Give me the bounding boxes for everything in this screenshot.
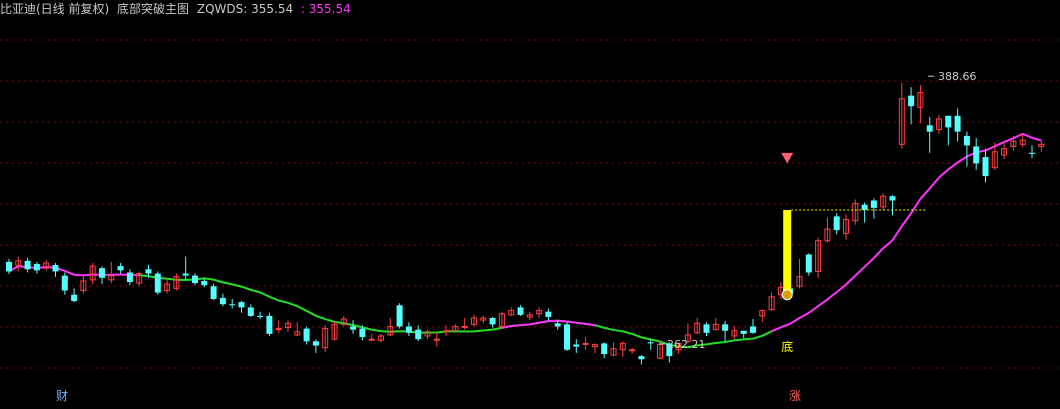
candle-body-down <box>833 216 840 231</box>
candle-body-down <box>703 324 710 333</box>
candle-body-down <box>266 315 273 334</box>
candle-body-down <box>750 326 756 333</box>
kline-chart-window[interactable]: 比亚迪(日线 前复权) 底部突破主图 ZQWDS: 355.54 : 355.5… <box>0 0 1060 409</box>
candle-body-down <box>396 305 403 327</box>
candle-body-up <box>368 338 375 341</box>
low-price-label: 262.21 <box>667 338 706 351</box>
candle-body-down <box>517 307 524 315</box>
candle-body-down <box>861 204 868 210</box>
candle-body-down <box>415 329 422 340</box>
candle-body-down <box>1029 152 1035 154</box>
footer-label-cai: 财 <box>56 389 68 403</box>
candle-body-up <box>461 325 468 328</box>
candle-body-down <box>257 315 264 317</box>
candle-body-down <box>805 254 812 273</box>
candle-body-down <box>982 157 989 177</box>
candle-body-down <box>33 264 40 271</box>
candle-body-down <box>99 268 105 278</box>
footer-label-zhang: 涨 <box>789 388 801 403</box>
candle-body-down <box>722 324 729 331</box>
candle-body-down <box>545 311 552 317</box>
bottom-signal-label: 底 <box>781 339 793 354</box>
candle-body-down <box>908 95 915 107</box>
candle-body-down <box>554 323 561 327</box>
candle-body-down <box>954 115 961 132</box>
candle-body-down <box>963 135 970 146</box>
ma-line-magenta-mid <box>501 319 596 329</box>
candle-body-down <box>945 115 952 128</box>
candle-body-down <box>926 125 933 132</box>
candle-body-down <box>71 294 78 302</box>
candle-body-down <box>52 265 59 272</box>
candle-body-down <box>740 330 747 334</box>
candle-body-up <box>433 338 440 341</box>
candle-body-up <box>582 342 589 345</box>
candle-body-down <box>117 266 124 271</box>
candle-body-down <box>201 280 208 286</box>
candle-body-down <box>870 200 877 208</box>
candlestick-chart[interactable]: 388.66 262.21 底财 涨 <box>0 0 1060 409</box>
candle-body-down <box>192 275 198 284</box>
candle-body-down <box>647 342 654 344</box>
candle-body-down <box>405 326 412 333</box>
candle-body-down <box>145 269 152 274</box>
candle-body-down <box>24 260 31 270</box>
candle-body-down <box>219 297 226 305</box>
candle-body-down <box>638 356 645 360</box>
breakout-signal-bar <box>783 210 792 295</box>
diamond-icon <box>781 152 794 164</box>
candle-body-down <box>564 324 570 350</box>
candle-body-down <box>973 146 980 164</box>
candle-body-down <box>6 261 12 272</box>
candle-body-down <box>573 344 580 347</box>
candle-body-down <box>182 273 189 276</box>
candle-body-down <box>229 304 236 306</box>
candle-body-down <box>489 318 496 325</box>
candle-body-up <box>629 349 636 352</box>
high-price-label: 388.66 <box>938 70 977 83</box>
candle-body-down <box>126 272 133 282</box>
candle-body-down <box>601 343 608 354</box>
candle-body-down <box>61 275 68 291</box>
candle-body-down <box>303 328 310 342</box>
candle-body-down <box>889 196 896 201</box>
candle-body-down <box>350 326 357 330</box>
candle-body-down <box>154 273 161 293</box>
candle-body-down <box>210 286 217 299</box>
candle-body-down <box>312 341 319 346</box>
candle-body-down <box>359 328 366 338</box>
candle-body-down <box>247 307 254 316</box>
money-bag-icon <box>781 289 793 301</box>
candle-body-down <box>238 302 245 308</box>
